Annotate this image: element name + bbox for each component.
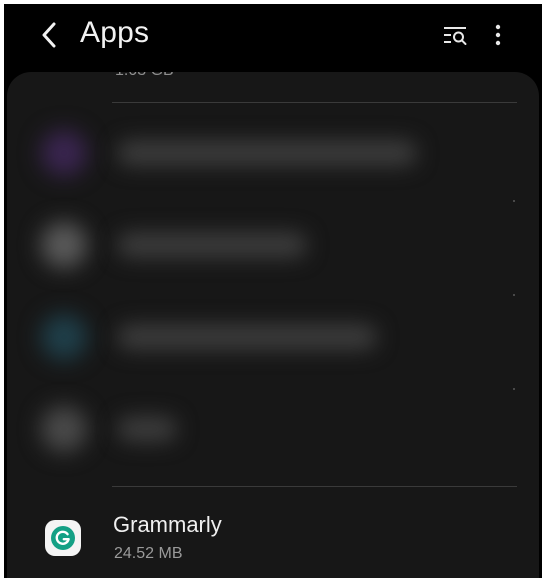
list-item[interactable] [7,382,539,474]
filter-search-icon [444,27,467,45]
list-item[interactable] [7,290,539,382]
app-icon [41,130,87,176]
app-name-redacted [117,324,377,350]
app-size: 24.52 MB [114,545,183,562]
app-icon [41,406,87,452]
more-options-button[interactable] [488,18,508,52]
back-chevron-icon [42,22,56,48]
grammarly-icon [45,520,81,556]
app-bar: Apps [4,4,542,70]
list-divider [112,486,517,487]
list-item[interactable] [7,198,539,290]
partial-app-size: 1.03 GB [115,72,174,80]
app-name-redacted [117,232,307,258]
filter-search-button[interactable] [440,20,470,50]
apps-list-card: 1.03 GB [7,72,539,578]
list-item-grammarly[interactable]: Grammarly 24.52 MB [7,492,539,578]
more-vert-icon [495,24,501,46]
app-icon [41,222,87,268]
list-divider [112,102,517,103]
phone-screen: Apps 1.03 GB [4,4,542,578]
grammarly-logo [51,526,75,550]
app-name-redacted [117,416,177,442]
page-title: Apps [80,16,150,49]
back-button[interactable] [34,18,64,52]
list-item[interactable] [7,106,539,198]
app-icon [41,314,87,360]
app-name: Grammarly [113,512,222,537]
app-name-redacted [117,140,417,166]
